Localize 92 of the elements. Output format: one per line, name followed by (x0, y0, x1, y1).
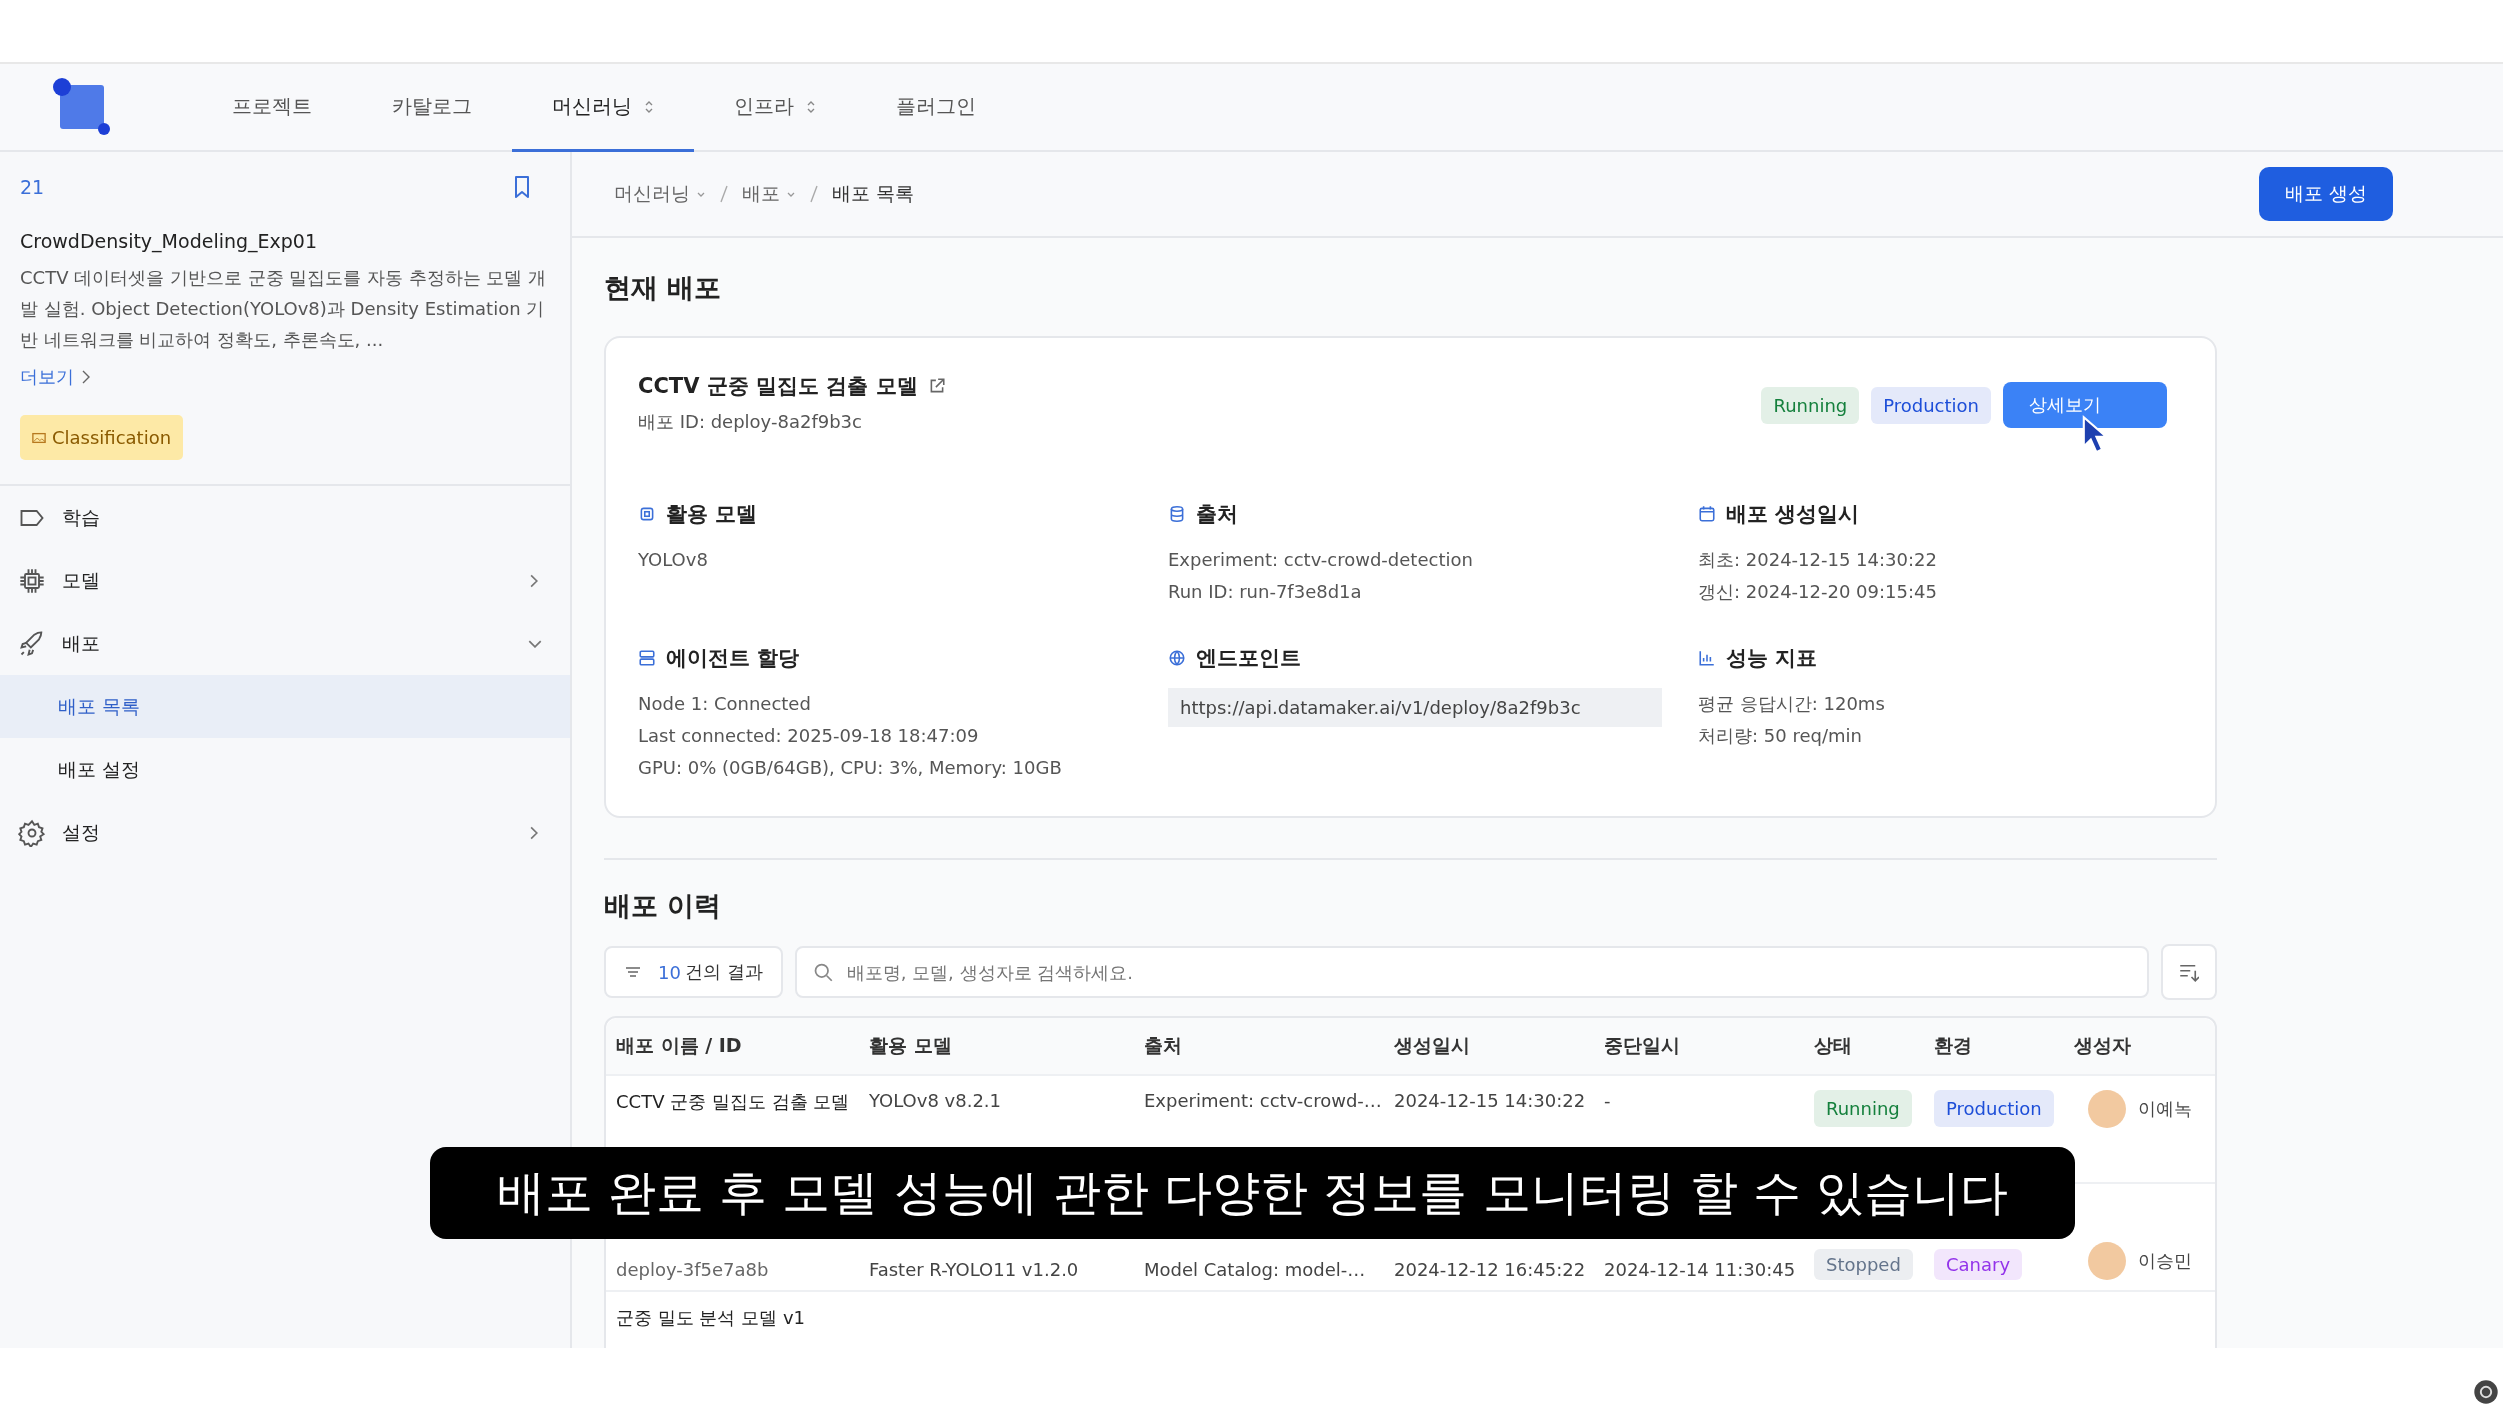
info-text: GPU: 0% (0GB/64GB), CPU: 3%, Memory: 10GB (638, 756, 1063, 780)
slash-separator-icon (810, 185, 818, 203)
breadcrumb-item[interactable]: 배포 (742, 181, 796, 207)
sidebar-item[interactable]: 설정 (0, 801, 570, 864)
sort-icon (2179, 962, 2199, 982)
model-icon (638, 505, 656, 523)
avatar (2088, 1090, 2126, 1128)
sidebar-item[interactable]: 학습 (0, 486, 570, 549)
info-text: 평균 응답시간: 120ms (1698, 692, 1886, 716)
deployment-name: CCTV 군중 밀집도 검출 모델 (638, 373, 918, 400)
table-cell: - (1604, 1090, 1611, 1111)
section-title: 배포 이력 (604, 889, 723, 923)
status-tag: Running (1814, 1090, 1912, 1127)
breadcrumb-item[interactable]: 머신러닝 (614, 181, 706, 207)
image-icon (32, 431, 46, 444)
subtitle-caption: 배포 완료 후 모델 성능에 관한 다양한 정보를 모니터링 할 수 있습니다 (430, 1147, 2075, 1239)
search-input[interactable]: 배포명, 모델, 생성자로 검색하세요. (844, 960, 2131, 984)
sidebar-item[interactable]: 배포 (0, 612, 570, 675)
column-header: 생성일시 (1394, 1033, 1471, 1058)
column-header: 상태 (1814, 1033, 1853, 1058)
info-text: Node 1: Connected (638, 692, 812, 716)
nav-tab[interactable]: 카탈로그 (352, 64, 512, 152)
info-heading: 출처 (1196, 501, 1238, 528)
info-text: Run ID: run-7f3e8d1a (1168, 580, 1363, 604)
info-heading: 성능 지표 (1726, 645, 1818, 672)
slash-separator-icon (720, 185, 728, 203)
column-header: 중단일시 (1604, 1033, 1681, 1058)
info-text: 최초: 2024-12-15 14:30:22 (1698, 548, 1938, 572)
nav-tab[interactable]: 플러그인 (856, 64, 1016, 152)
table-cell: Model Catalog: model-… (1144, 1259, 1366, 1280)
creator-name: 이예녹 (2138, 1097, 2192, 1121)
status-tag: Running (1761, 386, 1860, 424)
logo-icon[interactable] (52, 77, 112, 137)
info-text: YOLOv8 (638, 548, 709, 572)
info-text: Last connected: 2025-09-18 18:47:09 (638, 724, 980, 748)
sidebar-item[interactable]: 모델 (0, 549, 570, 612)
environment-tag: Canary (1934, 1249, 2023, 1280)
filter-icon (624, 966, 642, 978)
source-icon (1168, 505, 1186, 523)
environment-tag: Production (1871, 386, 1991, 424)
table-cell: 2024-12-12 16:45:22 (1394, 1259, 1586, 1280)
endpoint-url-field[interactable]: https://api.datamaker.ai/v1/deploy/8a2f9b3c (1168, 688, 1662, 727)
status-tag: Stopped (1814, 1249, 1913, 1280)
table-cell: Faster R-YOLO11 v1.2.0 (869, 1259, 1079, 1280)
info-heading: 에이전트 할당 (666, 645, 800, 672)
project-title: CrowdDensity_Modeling_Exp01 (20, 230, 319, 252)
metrics-icon (1698, 649, 1716, 667)
column-header: 배포 이름 / ID (616, 1033, 743, 1058)
table-cell: 2024-12-15 14:30:22 (1394, 1090, 1586, 1111)
table-cell-text: CCTV 군중 밀집도 검출 모델 (616, 1090, 851, 1114)
table-cell-text: deploy-3f5e7a8b (616, 1259, 770, 1280)
deployment-id: 배포 ID: deploy-8a2f9b3c (638, 410, 863, 434)
info-text: Experiment: cctv-crowd-detection (1168, 548, 1474, 572)
chevron-right-icon (82, 370, 90, 384)
creator-name: 이승민 (2138, 1249, 2192, 1273)
create-deployment-button[interactable]: 배포 생성 (2258, 167, 2393, 221)
table-cell: YOLOv8 v8.2.1 (869, 1090, 1001, 1111)
agent-icon (638, 649, 656, 667)
more-link[interactable]: 더보기 (20, 365, 74, 389)
project-number: 21 (20, 176, 45, 198)
detail-button[interactable]: 상세보기 (2003, 382, 2167, 428)
settings-icon (18, 818, 46, 847)
column-header: 출처 (1144, 1033, 1183, 1058)
column-header: 활용 모델 (869, 1033, 953, 1058)
category-tag: Classification (20, 415, 184, 460)
column-header: 생성자 (2074, 1033, 2132, 1058)
sidebar-subitem[interactable]: 배포 목록 (0, 675, 570, 738)
info-text: 갱신: 2024-12-20 09:15:45 (1698, 580, 1938, 604)
table-cell: Experiment: cctv-crowd-… (1144, 1090, 1382, 1111)
filter-button[interactable]: 10 건의 결과 (604, 946, 783, 998)
nav-tab[interactable]: 프로젝트 (192, 64, 352, 152)
search-icon (812, 962, 833, 982)
info-heading: 배포 생성일시 (1726, 501, 1860, 528)
project-description: CCTV 데이터셋을 기반으로 군중 밀집도를 자동 추정하는 모델 개발 실험. Object Detection(YOLOv8)과 Density Estimation 기반 네트워크를 비교하여 정확도, 추론속도, ... (20, 266, 548, 352)
endpoint-icon (1168, 649, 1186, 667)
info-heading: 활용 모델 (666, 501, 758, 528)
model-icon (18, 566, 46, 595)
breadcrumb-item[interactable]: 배포 목록 (832, 181, 915, 207)
table-cell-text: 군중 밀도 분석 모델 v1 (616, 1306, 806, 1330)
nav-tab[interactable]: 인프라 (694, 64, 856, 152)
avatar (2088, 1242, 2126, 1280)
environment-tag: Production (1934, 1090, 2054, 1127)
bookmark-icon[interactable] (512, 174, 532, 200)
date-icon (1698, 505, 1716, 523)
search-field[interactable]: 배포명, 모델, 생성자로 검색하세요. (794, 946, 2149, 998)
sidebar-subitem[interactable]: 배포 설정 (0, 738, 570, 801)
info-text: 처리량: 50 req/min (1698, 724, 1863, 748)
player-icon[interactable] (2473, 1379, 2499, 1405)
table-cell: 2024-12-14 11:30:45 (1604, 1259, 1796, 1280)
info-heading: 엔드포인트 (1196, 645, 1301, 672)
column-header: 환경 (1934, 1033, 1973, 1058)
section-title: 현재 배포 (604, 271, 723, 305)
